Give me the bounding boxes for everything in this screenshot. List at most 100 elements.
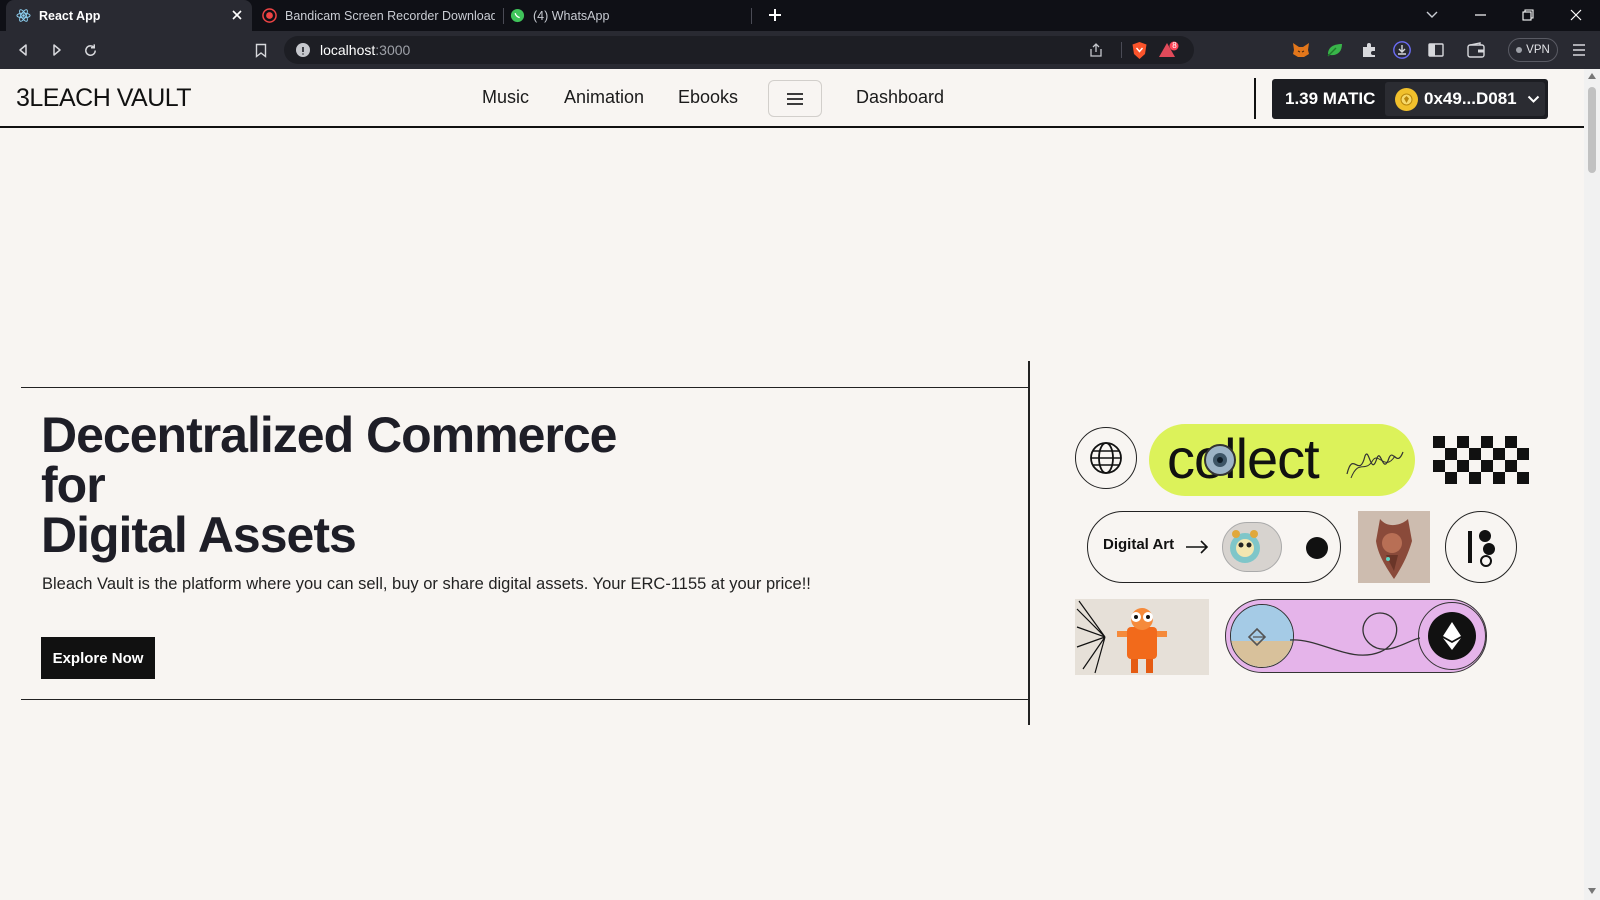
checker-square bbox=[1469, 436, 1481, 448]
hero-bottom-rule bbox=[21, 699, 1029, 700]
checker-square bbox=[1493, 436, 1505, 448]
page-scrollbar[interactable] bbox=[1584, 69, 1600, 900]
vpn-label: VPN bbox=[1526, 44, 1550, 56]
url-host: localhost bbox=[320, 42, 376, 58]
checker-square bbox=[1433, 472, 1445, 484]
checker-square bbox=[1445, 448, 1457, 460]
page-viewport: 3LEACH VAULT Music Animation Ebooks Dash… bbox=[0, 69, 1584, 900]
tab-list-chevron-icon[interactable] bbox=[1424, 7, 1440, 23]
character-nft-image bbox=[1075, 599, 1209, 675]
tab-title: React App bbox=[39, 8, 101, 23]
hero-headline: Decentralized Commerce for Digital Asset… bbox=[41, 407, 617, 560]
hero-collage: collect Digital Art bbox=[1075, 424, 1545, 684]
checker-square bbox=[1517, 472, 1529, 484]
headline-line-1: Decentralized Commerce bbox=[41, 407, 617, 463]
browser-menu-icon[interactable] bbox=[1570, 41, 1588, 59]
address-bar[interactable]: localhost:3000 8 bbox=[284, 36, 1194, 64]
extensions-puzzle-icon[interactable] bbox=[1360, 41, 1378, 59]
checker-square bbox=[1469, 448, 1481, 460]
ethereum-badge bbox=[1418, 602, 1486, 670]
crypto-wallet-icon[interactable] bbox=[1467, 41, 1485, 59]
hero-top-rule bbox=[21, 387, 1029, 388]
ethereum-icon bbox=[1428, 612, 1476, 660]
checker-square bbox=[1493, 460, 1505, 472]
rewards-badge: 8 bbox=[1172, 41, 1177, 50]
hero-subtext: Bleach Vault is the platform where you c… bbox=[42, 575, 811, 593]
url-port: :3000 bbox=[375, 42, 411, 58]
bandicam-icon bbox=[262, 8, 277, 23]
nav-music[interactable]: Music bbox=[482, 87, 529, 108]
explore-now-button[interactable]: Explore Now bbox=[41, 637, 155, 679]
checker-square bbox=[1481, 472, 1493, 484]
nav-dashboard[interactable]: Dashboard bbox=[856, 87, 944, 108]
forward-icon[interactable] bbox=[48, 41, 66, 59]
hamburger-menu-button[interactable] bbox=[768, 80, 822, 117]
checker-square bbox=[1481, 436, 1493, 448]
restore-icon[interactable] bbox=[1520, 7, 1536, 23]
checker-square bbox=[1517, 460, 1529, 472]
globe-icon bbox=[1075, 427, 1137, 489]
loop-line-icon bbox=[1290, 612, 1420, 656]
checker-square bbox=[1469, 472, 1481, 484]
bookmark-icon[interactable] bbox=[252, 41, 270, 59]
alien-nft-icon bbox=[1222, 522, 1282, 572]
tab-whatsapp[interactable]: (4) WhatsApp bbox=[510, 0, 750, 31]
checker-square bbox=[1457, 436, 1469, 448]
browser-toolbar: localhost:3000 8 VPN bbox=[0, 31, 1600, 69]
collect-label: collect bbox=[1167, 427, 1320, 490]
account-avatar-icon bbox=[1395, 87, 1418, 111]
minimize-icon[interactable] bbox=[1472, 7, 1488, 23]
checker-square bbox=[1517, 448, 1529, 460]
close-tab-icon[interactable] bbox=[230, 8, 244, 22]
site-info-icon[interactable] bbox=[296, 43, 310, 57]
close-window-icon[interactable] bbox=[1568, 7, 1584, 23]
tab-react-app[interactable]: React App bbox=[6, 0, 252, 31]
headline-line-2: for bbox=[41, 457, 106, 513]
header-divider bbox=[1254, 78, 1256, 119]
landscape-nft-icon bbox=[1230, 604, 1294, 668]
black-dot-icon bbox=[1306, 537, 1328, 559]
share-icon[interactable] bbox=[1088, 42, 1104, 63]
metamask-icon[interactable] bbox=[1292, 41, 1310, 59]
sidebar-icon[interactable] bbox=[1427, 41, 1445, 59]
brave-shields-icon[interactable] bbox=[1131, 41, 1148, 65]
checker-square bbox=[1517, 436, 1529, 448]
wallet-balance: 1.39 MATIC bbox=[1285, 89, 1376, 108]
nav-ebooks[interactable]: Ebooks bbox=[678, 87, 738, 108]
tab-title: (4) WhatsApp bbox=[533, 8, 610, 23]
checkerboard-icon bbox=[1433, 436, 1529, 484]
sculpture-nft-image bbox=[1358, 511, 1430, 583]
tab-separator bbox=[751, 8, 752, 24]
wallet-account[interactable]: 0x49...D081 bbox=[1385, 82, 1545, 116]
nav-animation[interactable]: Animation bbox=[564, 87, 644, 108]
brave-rewards-icon[interactable]: 8 bbox=[1158, 41, 1180, 65]
checker-square bbox=[1505, 436, 1517, 448]
react-icon bbox=[16, 8, 31, 23]
scroll-thumb[interactable] bbox=[1588, 87, 1596, 173]
tab-title: Bandicam Screen Recorder Download bbox=[285, 8, 495, 23]
checker-square bbox=[1433, 448, 1445, 460]
scroll-down-arrow-icon[interactable] bbox=[1588, 888, 1596, 894]
wallet-connect-button[interactable]: 1.39 MATIC 0x49...D081 bbox=[1272, 79, 1548, 119]
collect-pill: collect bbox=[1149, 424, 1415, 496]
eye-nft-icon bbox=[1204, 444, 1236, 476]
checker-square bbox=[1505, 460, 1517, 472]
downloads-icon[interactable] bbox=[1393, 41, 1411, 59]
reload-icon[interactable] bbox=[81, 41, 99, 59]
new-tab-icon[interactable] bbox=[767, 7, 783, 23]
site-logo[interactable]: 3LEACH VAULT bbox=[16, 84, 192, 113]
url-divider bbox=[1121, 42, 1122, 58]
vpn-button[interactable]: VPN bbox=[1508, 38, 1558, 62]
squiggle-icon bbox=[1346, 451, 1404, 479]
leaf-extension-icon[interactable] bbox=[1326, 41, 1344, 59]
checker-square bbox=[1433, 436, 1445, 448]
scroll-up-arrow-icon[interactable] bbox=[1588, 73, 1596, 79]
checker-square bbox=[1493, 472, 1505, 484]
checker-square bbox=[1445, 460, 1457, 472]
abstract-shapes-icon bbox=[1445, 511, 1517, 583]
tab-bandicam[interactable]: Bandicam Screen Recorder Download bbox=[262, 0, 502, 31]
checker-square bbox=[1445, 436, 1457, 448]
checker-square bbox=[1457, 448, 1469, 460]
digital-art-pill[interactable]: Digital Art bbox=[1087, 511, 1341, 583]
back-icon[interactable] bbox=[14, 41, 32, 59]
